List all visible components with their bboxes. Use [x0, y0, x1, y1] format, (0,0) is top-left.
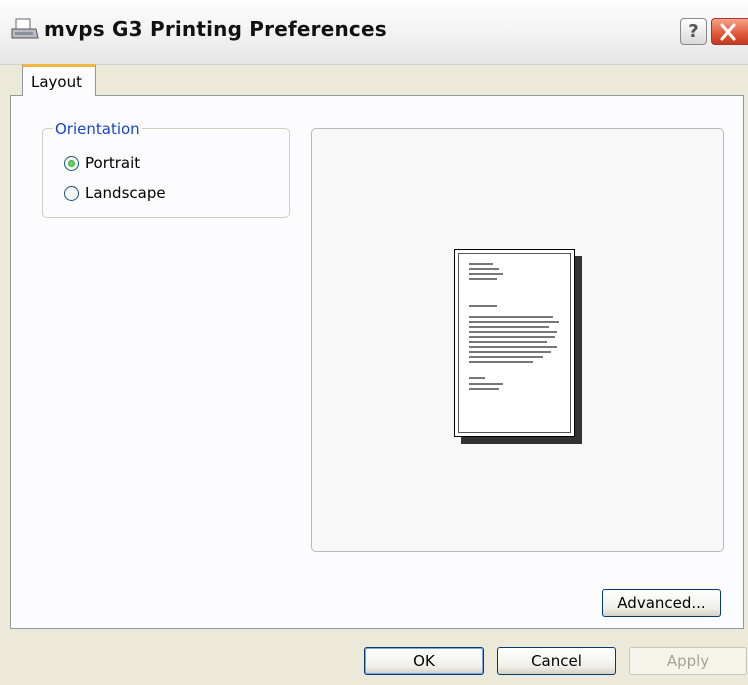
cancel-button[interactable]: Cancel	[497, 647, 616, 675]
portrait-radio[interactable]	[64, 155, 79, 171]
portrait-label: Portrait	[85, 154, 141, 172]
tab-layout[interactable]: Layout	[22, 64, 96, 96]
landscape-radio-option[interactable]: Landscape	[64, 183, 166, 203]
landscape-label: Landscape	[85, 184, 166, 202]
close-button[interactable]	[711, 18, 748, 45]
advanced-button[interactable]: Advanced...	[602, 589, 721, 617]
help-button[interactable]: ?	[680, 18, 707, 45]
landscape-radio[interactable]	[64, 185, 79, 201]
close-icon	[720, 23, 736, 41]
portrait-radio-option[interactable]: Portrait	[64, 153, 140, 173]
orientation-legend: Orientation	[53, 120, 142, 138]
portrait-page-icon	[454, 249, 575, 437]
apply-button[interactable]: Apply	[629, 647, 747, 675]
ok-button[interactable]: OK	[364, 647, 484, 675]
printer-icon	[11, 18, 39, 39]
orientation-group	[42, 128, 290, 218]
window-title: mvps G3 Printing Preferences	[44, 17, 387, 41]
page-border	[458, 253, 571, 433]
title-bar[interactable]: mvps G3 Printing Preferences ?	[0, 0, 748, 65]
